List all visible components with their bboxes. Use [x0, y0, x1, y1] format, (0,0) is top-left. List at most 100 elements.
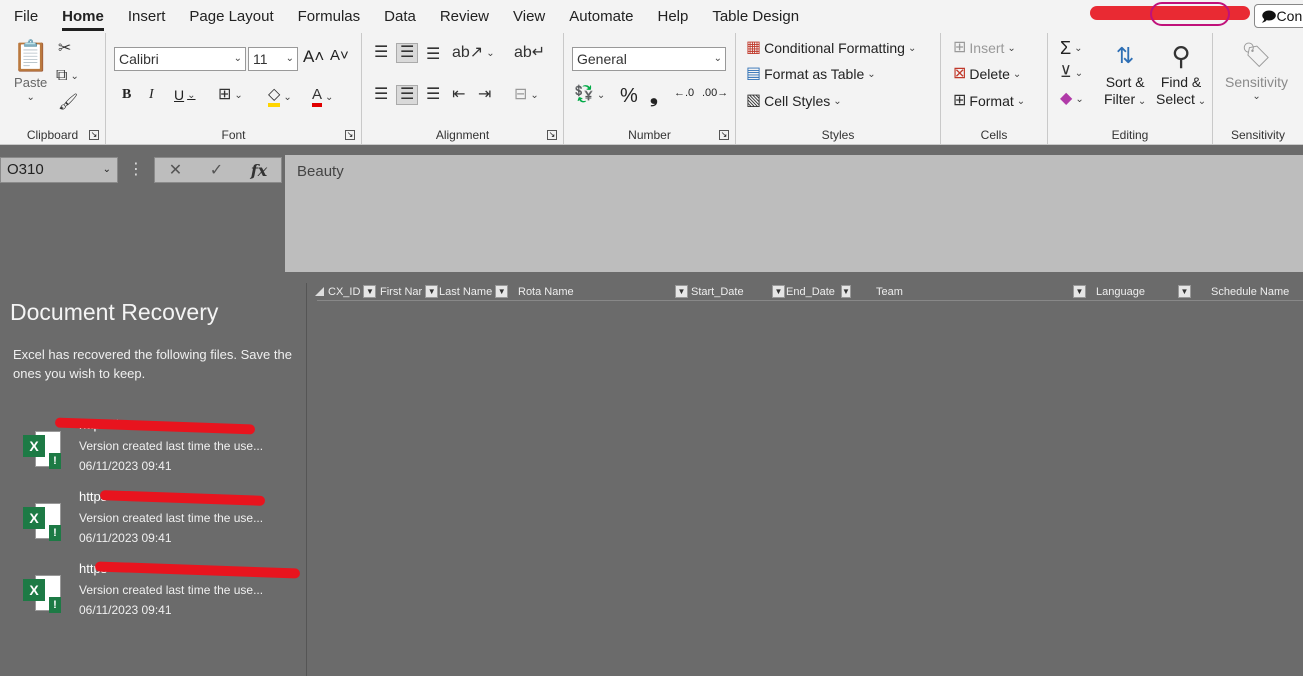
name-box[interactable]: O310 ⌄: [0, 157, 118, 183]
increase-decimal-button[interactable]: ←.0: [674, 87, 694, 99]
tab-table-design[interactable]: Table Design: [700, 0, 811, 33]
align-middle-button[interactable]: ☰: [396, 43, 419, 63]
chevron-down-icon: ⌄: [1074, 67, 1084, 79]
merge-center-button[interactable]: ⊟ ⌄: [514, 87, 539, 103]
enter-icon[interactable]: ✓: [210, 160, 223, 180]
tab-view[interactable]: View: [501, 0, 557, 33]
conditional-formatting-button[interactable]: ▦ Conditional Formatting ⌄: [746, 40, 916, 57]
column-header-start-date[interactable]: Start_Date ▼: [691, 283, 785, 300]
filter-dropdown-icon[interactable]: ▼: [363, 285, 377, 298]
ribbon: 📋 Paste ⌄ ✂ ⧉ ⌄ 🖌 Clipboard ↘ Calibri ⌄ 11…: [0, 33, 1303, 145]
number-format-combo[interactable]: General ⌄: [572, 47, 726, 71]
comments-button[interactable]: 🗩Con: [1254, 4, 1303, 28]
column-header-language[interactable]: Language ▼: [1096, 283, 1191, 300]
orientation-button[interactable]: ab↗ ⌄: [452, 45, 495, 61]
delete-cells-icon: ⊠: [953, 65, 967, 82]
font-name-combo[interactable]: Calibri ⌄: [114, 47, 246, 71]
increase-font-button[interactable]: A˄: [303, 47, 324, 67]
recovered-file-item[interactable]: X! https Version created last time the u…: [0, 489, 305, 553]
cancel-icon[interactable]: ✕: [169, 160, 182, 180]
fill-color-button[interactable]: ◇ ⌄: [268, 87, 292, 107]
tab-insert[interactable]: Insert: [116, 0, 178, 33]
format-cells-button[interactable]: ⊞ Format ⌄: [953, 93, 1025, 110]
sensitivity-group: 🏷 Sensitivity ⌄ Sensitivity: [1213, 33, 1303, 145]
format-as-table-button[interactable]: ▤ Format as Table ⌄: [746, 66, 876, 83]
filter-applied-icon[interactable]: ▼: [840, 285, 851, 298]
align-right-icon: ☰: [426, 86, 441, 103]
tab-file[interactable]: File: [0, 0, 50, 33]
document-recovery-pane: Document Recovery Excel has recovered th…: [0, 283, 305, 676]
column-header-team[interactable]: Team ▼: [876, 283, 1086, 300]
column-header-first-name[interactable]: First Nar ▼: [380, 283, 439, 300]
wrap-text-button[interactable]: ab↵: [514, 45, 545, 61]
conditional-formatting-label: Conditional Formatting: [764, 40, 905, 56]
insert-cells-button[interactable]: ⊞ Insert ⌄: [953, 40, 1016, 57]
decrease-decimal-button[interactable]: .00→: [702, 87, 728, 99]
font-launcher[interactable]: ↘: [345, 130, 355, 140]
align-top-button[interactable]: ☰: [374, 45, 388, 61]
clear-button[interactable]: ◆ ⌄: [1060, 91, 1084, 107]
recovered-file-item[interactable]: X! https Version created last time the u…: [0, 561, 305, 625]
tab-review[interactable]: Review: [428, 0, 501, 33]
tab-home[interactable]: Home: [50, 0, 116, 33]
chevron-down-icon: ⌄: [1252, 91, 1261, 102]
chevron-down-icon: ⌄: [486, 47, 495, 59]
excel-file-icon: X!: [23, 429, 65, 471]
column-header-end-date[interactable]: End_Date ▼: [786, 283, 851, 300]
column-header-schedule-name[interactable]: Schedule Name: [1211, 283, 1289, 300]
align-bottom-button[interactable]: ☰: [426, 47, 440, 63]
worksheet-grid[interactable]: CX_ID ▼ First Nar ▼ Last Name ▼ Rota Name ▼ …: [306, 283, 1303, 676]
comma-button[interactable]: ❟: [650, 85, 658, 108]
decrease-font-button[interactable]: A˅: [330, 47, 349, 64]
percent-button[interactable]: %: [620, 85, 638, 108]
font-size-combo[interactable]: 11 ⌄: [248, 47, 298, 71]
sort-filter-button[interactable]: ⇅ Sort & Filter ⌄: [1104, 39, 1146, 107]
underline-button[interactable]: U ⌄: [174, 87, 196, 103]
tab-page-layout[interactable]: Page Layout: [177, 0, 285, 33]
fill-button[interactable]: ⊻ ⌄: [1060, 65, 1083, 81]
filter-dropdown-icon[interactable]: ▼: [425, 285, 439, 298]
recovered-file-item[interactable]: X! https:// Version created last time th…: [0, 417, 305, 481]
align-center-button[interactable]: ☰: [396, 85, 419, 105]
filter-dropdown-icon[interactable]: ▼: [1178, 285, 1191, 298]
copy-button[interactable]: ⧉ ⌄: [56, 68, 79, 84]
more-options-icon[interactable]: ⋮: [128, 159, 144, 179]
formula-input[interactable]: Beauty: [285, 155, 1303, 272]
align-left-button[interactable]: ☰: [374, 87, 388, 103]
column-header-rota-name[interactable]: Rota Name ▼: [518, 283, 688, 300]
font-color-button[interactable]: A ⌄: [312, 87, 333, 107]
tab-automate[interactable]: Automate: [557, 0, 645, 33]
select-all-corner[interactable]: [315, 287, 324, 296]
chevron-down-icon: ⌄: [325, 91, 334, 103]
delete-cells-button[interactable]: ⊠ Delete ⌄: [953, 65, 1021, 83]
column-header-last-name[interactable]: Last Name ▼: [439, 283, 509, 300]
format-painter-button[interactable]: 🖌: [58, 95, 78, 111]
number-launcher[interactable]: ↘: [719, 130, 729, 140]
borders-button[interactable]: ⊞ ⌄: [218, 87, 243, 103]
autosum-button[interactable]: Σ ⌄: [1060, 38, 1083, 59]
tab-data[interactable]: Data: [372, 0, 428, 33]
align-right-button[interactable]: ☰: [426, 87, 440, 103]
italic-button[interactable]: I: [149, 87, 154, 103]
increase-indent-button[interactable]: ⇥: [478, 87, 491, 103]
tab-help[interactable]: Help: [645, 0, 700, 33]
sensitivity-group-label: Sensitivity: [1230, 128, 1286, 142]
filter-dropdown-icon[interactable]: ▼: [495, 285, 509, 298]
insert-function-icon[interactable]: fx: [251, 161, 267, 180]
tab-formulas[interactable]: Formulas: [286, 0, 373, 33]
cell-styles-button[interactable]: ▧ Cell Styles ⌄: [746, 93, 842, 110]
paste-button[interactable]: 📋 Paste ⌄: [12, 41, 49, 104]
find-select-button[interactable]: ⚲ Find & Select ⌄: [1156, 39, 1206, 107]
filter-dropdown-icon[interactable]: ▼: [675, 285, 688, 298]
cut-button[interactable]: ✂: [58, 41, 71, 57]
bold-button[interactable]: B: [122, 87, 131, 103]
clipboard-launcher[interactable]: ↘: [89, 130, 99, 140]
filter-dropdown-icon[interactable]: ▼: [1073, 285, 1086, 298]
sensitivity-button[interactable]: 🏷 Sensitivity ⌄: [1225, 39, 1288, 102]
column-header-cx-id[interactable]: CX_ID ▼: [328, 283, 377, 300]
alignment-launcher[interactable]: ↘: [547, 130, 557, 140]
currency-button[interactable]: 💱 ⌄: [574, 87, 605, 103]
filter-dropdown-icon[interactable]: ▼: [772, 285, 785, 298]
chevron-down-icon: ⌄: [713, 53, 722, 64]
decrease-indent-button[interactable]: ⇤: [452, 87, 465, 103]
